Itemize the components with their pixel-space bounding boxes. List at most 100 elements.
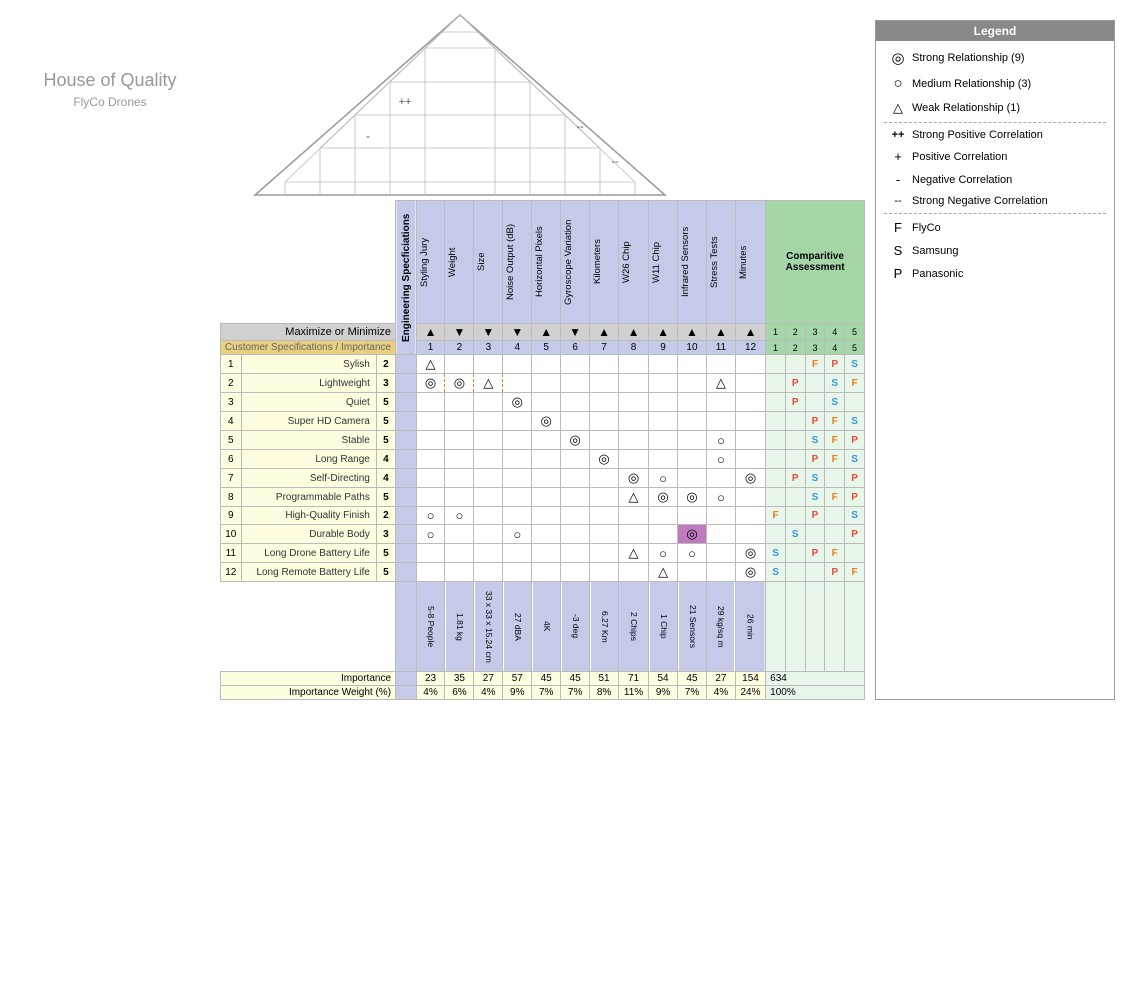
relationship-cell — [416, 431, 445, 450]
relationship-cell: ◎ — [678, 488, 707, 507]
relationship-cell — [706, 393, 735, 412]
relationship-cell — [619, 412, 649, 431]
relationship-cell — [445, 563, 474, 582]
eng-col-8: W26 Chip — [619, 201, 649, 324]
relationship-cell — [590, 374, 619, 393]
relationship-cell — [561, 469, 590, 488]
relationship-cell: ◎ — [678, 525, 707, 544]
relationship-cell — [649, 450, 678, 469]
comp-cell — [766, 374, 786, 393]
comp-cell: P — [845, 525, 865, 544]
relationship-cell — [678, 507, 707, 525]
comp-cell — [805, 374, 825, 393]
customer-row: 9High-Quality Finish2○○FPS — [221, 507, 865, 525]
relationship-cell — [445, 544, 474, 563]
comp-cell — [825, 525, 845, 544]
relationship-cell — [735, 431, 765, 450]
legend-panasonic-text: Panasonic — [912, 268, 963, 280]
customer-name: Long Remote Battery Life — [241, 563, 376, 582]
row-importance: 4 — [376, 450, 395, 469]
comp-cell: S — [845, 412, 865, 431]
relationship-cell — [561, 563, 590, 582]
tech-target: 27 dBA — [503, 582, 532, 672]
tech-target: 21 Sensors — [678, 582, 707, 672]
comp-cell — [766, 450, 786, 469]
relationship-cell — [474, 431, 503, 450]
comp-cell — [766, 393, 786, 412]
eng-col-12: Minutes — [735, 201, 765, 324]
relationship-cell — [678, 374, 707, 393]
dir-2: ▼ — [445, 324, 474, 341]
customer-name: Quiet — [241, 393, 376, 412]
row-importance: 3 — [376, 374, 395, 393]
relationship-cell — [735, 374, 765, 393]
relationship-cell — [474, 355, 503, 374]
customer-name: Super HD Camera — [241, 412, 376, 431]
customer-name: Lightweight — [241, 374, 376, 393]
comp-cell: S — [805, 431, 825, 450]
row-num: 2 — [221, 374, 242, 393]
customer-row: 5Stable5◎○SFP — [221, 431, 865, 450]
comp-cell: S — [845, 355, 865, 374]
row-num: 5 — [221, 431, 242, 450]
relationship-cell — [678, 431, 707, 450]
comp-cell: P — [785, 393, 805, 412]
comp-cell: S — [766, 544, 786, 563]
eng-col-1: Styling Jury — [416, 201, 445, 324]
comp-cell: F — [825, 431, 845, 450]
relationship-cell — [561, 412, 590, 431]
relationship-cell — [561, 450, 590, 469]
comp-cell: S — [825, 393, 845, 412]
relationship-cell — [590, 469, 619, 488]
row-num: 11 — [221, 544, 242, 563]
relationship-cell — [532, 355, 561, 374]
tech-target: 6.27 Km — [590, 582, 619, 672]
relationship-cell — [503, 544, 532, 563]
comp-cell — [766, 412, 786, 431]
relationship-cell: ○ — [706, 488, 735, 507]
row-num: 7 — [221, 469, 242, 488]
legend-item-panasonic: P Panasonic — [884, 264, 1106, 283]
relationship-cell — [532, 507, 561, 525]
relationship-cell: ◎ — [532, 412, 561, 431]
relationship-cell — [532, 544, 561, 563]
customer-name: Durable Body — [241, 525, 376, 544]
relationship-cell — [735, 450, 765, 469]
comp-cell: S — [785, 525, 805, 544]
comp-cell: F — [845, 374, 865, 393]
comp-cell: F — [805, 355, 825, 374]
comp-cell: F — [825, 544, 845, 563]
relationship-cell — [474, 507, 503, 525]
relationship-cell — [590, 355, 619, 374]
relationship-cell — [503, 450, 532, 469]
relationship-cell — [561, 507, 590, 525]
row-num: 3 — [221, 393, 242, 412]
row-importance: 5 — [376, 544, 395, 563]
relationship-cell — [590, 431, 619, 450]
relationship-cell — [445, 393, 474, 412]
relationship-cell — [678, 469, 707, 488]
dir-3: ▼ — [474, 324, 503, 341]
relationship-cell — [706, 563, 735, 582]
row-importance: 5 — [376, 393, 395, 412]
comp-cell — [766, 469, 786, 488]
eng-col-3: Size — [474, 201, 503, 324]
comp-cell — [785, 431, 805, 450]
legend-panel: Legend ◎ Strong Relationship (9) ○ Mediu… — [875, 20, 1115, 700]
legend-item-strong-neg: -- Strong Negative Correlation — [884, 193, 1106, 209]
relationship-cell — [416, 412, 445, 431]
relationship-cell — [532, 563, 561, 582]
tech-target: 4K — [532, 582, 561, 672]
relationship-cell — [619, 563, 649, 582]
dir-7: ▲ — [590, 324, 619, 341]
customer-name: High-Quality Finish — [241, 507, 376, 525]
relationship-cell — [619, 374, 649, 393]
relationship-cell — [649, 507, 678, 525]
legend-flyco-text: FlyCo — [912, 222, 941, 234]
comp-cell — [845, 393, 865, 412]
legend-item-strong-pos: ++ Strong Positive Correlation — [884, 127, 1106, 143]
relationship-cell — [619, 431, 649, 450]
relationship-cell — [590, 507, 619, 525]
relationship-cell — [678, 412, 707, 431]
comp-cell — [766, 355, 786, 374]
